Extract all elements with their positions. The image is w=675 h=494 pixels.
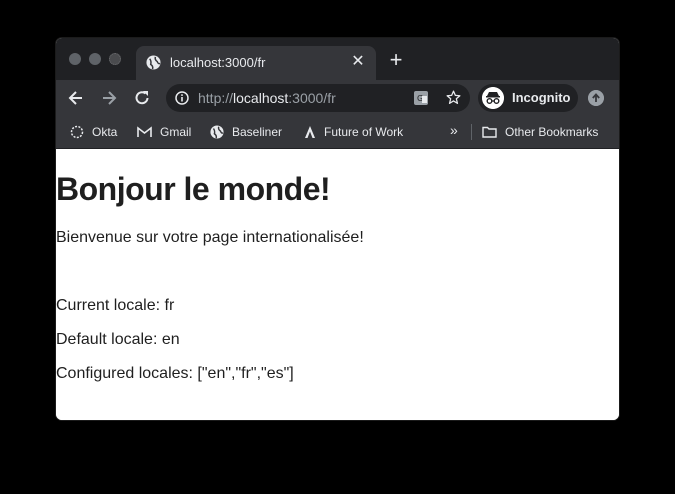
minimize-window-button[interactable] xyxy=(89,53,101,65)
new-tab-button[interactable]: + xyxy=(386,49,406,71)
bookmark-label: Gmail xyxy=(160,125,192,139)
reload-icon[interactable] xyxy=(132,88,152,108)
translate-icon[interactable]: G xyxy=(413,90,429,106)
configured-locales-text: Configured locales: ["en","fr","es"] xyxy=(56,365,294,382)
bookmark-okta[interactable]: Okta xyxy=(70,122,117,142)
url-host: localhost xyxy=(233,90,289,106)
url-path: :3000/fr xyxy=(288,90,336,106)
default-locale-text: Default locale: en xyxy=(56,331,180,348)
globe-icon xyxy=(210,125,224,139)
welcome-text: Bienvenue sur votre page internationalis… xyxy=(56,229,364,246)
globe-icon xyxy=(146,55,161,70)
bookmark-label: Okta xyxy=(92,125,118,139)
profile-button[interactable]: Incognito xyxy=(478,84,578,112)
current-locale-text: Current locale: fr xyxy=(56,297,175,314)
incognito-icon xyxy=(482,87,504,109)
close-window-button[interactable] xyxy=(69,53,81,65)
address-bar[interactable]: http://localhost:3000/fr G xyxy=(166,84,470,112)
bookmark-label: Baseliner xyxy=(232,125,283,139)
bookmark-star-icon[interactable] xyxy=(445,89,462,106)
future-of-work-icon xyxy=(305,126,315,138)
tab-localhost[interactable]: localhost:3000/fr ✕ xyxy=(136,46,376,80)
okta-icon xyxy=(70,125,84,139)
page-heading: Bonjour le monde! xyxy=(56,171,331,207)
forward-arrow-icon[interactable] xyxy=(99,88,119,108)
browser-window: localhost:3000/fr ✕ + http://localhost:3… xyxy=(56,38,619,420)
info-icon[interactable] xyxy=(175,91,189,105)
close-icon[interactable]: ✕ xyxy=(348,52,368,72)
toolbar: http://localhost:3000/fr G Incognito xyxy=(56,80,619,116)
bookmark-gmail[interactable]: Gmail xyxy=(137,122,191,142)
maximize-window-button[interactable] xyxy=(109,53,121,65)
folder-icon xyxy=(482,126,497,138)
update-icon[interactable] xyxy=(588,90,604,106)
bookmark-future-of-work[interactable]: Future of Work xyxy=(304,122,403,142)
back-arrow-icon[interactable] xyxy=(66,88,86,108)
bookmark-label: Future of Work xyxy=(324,125,404,139)
bookmarks-overflow-button[interactable]: » xyxy=(450,122,458,138)
gmail-icon xyxy=(137,126,152,137)
other-bookmarks[interactable]: Other Bookmarks xyxy=(482,122,598,142)
tab-title: localhost:3000/fr xyxy=(170,55,266,70)
profile-label: Incognito xyxy=(512,90,571,105)
other-bookmarks-label: Other Bookmarks xyxy=(505,125,599,139)
bookmark-baseliner[interactable]: Baseliner xyxy=(210,122,282,142)
url-text: http://localhost:3000/fr xyxy=(198,90,336,106)
tab-strip: localhost:3000/fr ✕ + xyxy=(56,38,619,80)
page-content: Bonjour le monde! Bienvenue sur votre pa… xyxy=(56,149,619,420)
bookmarks-divider xyxy=(471,124,472,140)
url-scheme: http:// xyxy=(198,90,234,106)
bookmarks-bar: Okta Gmail Baseliner Future of Work » Ot… xyxy=(56,116,619,149)
